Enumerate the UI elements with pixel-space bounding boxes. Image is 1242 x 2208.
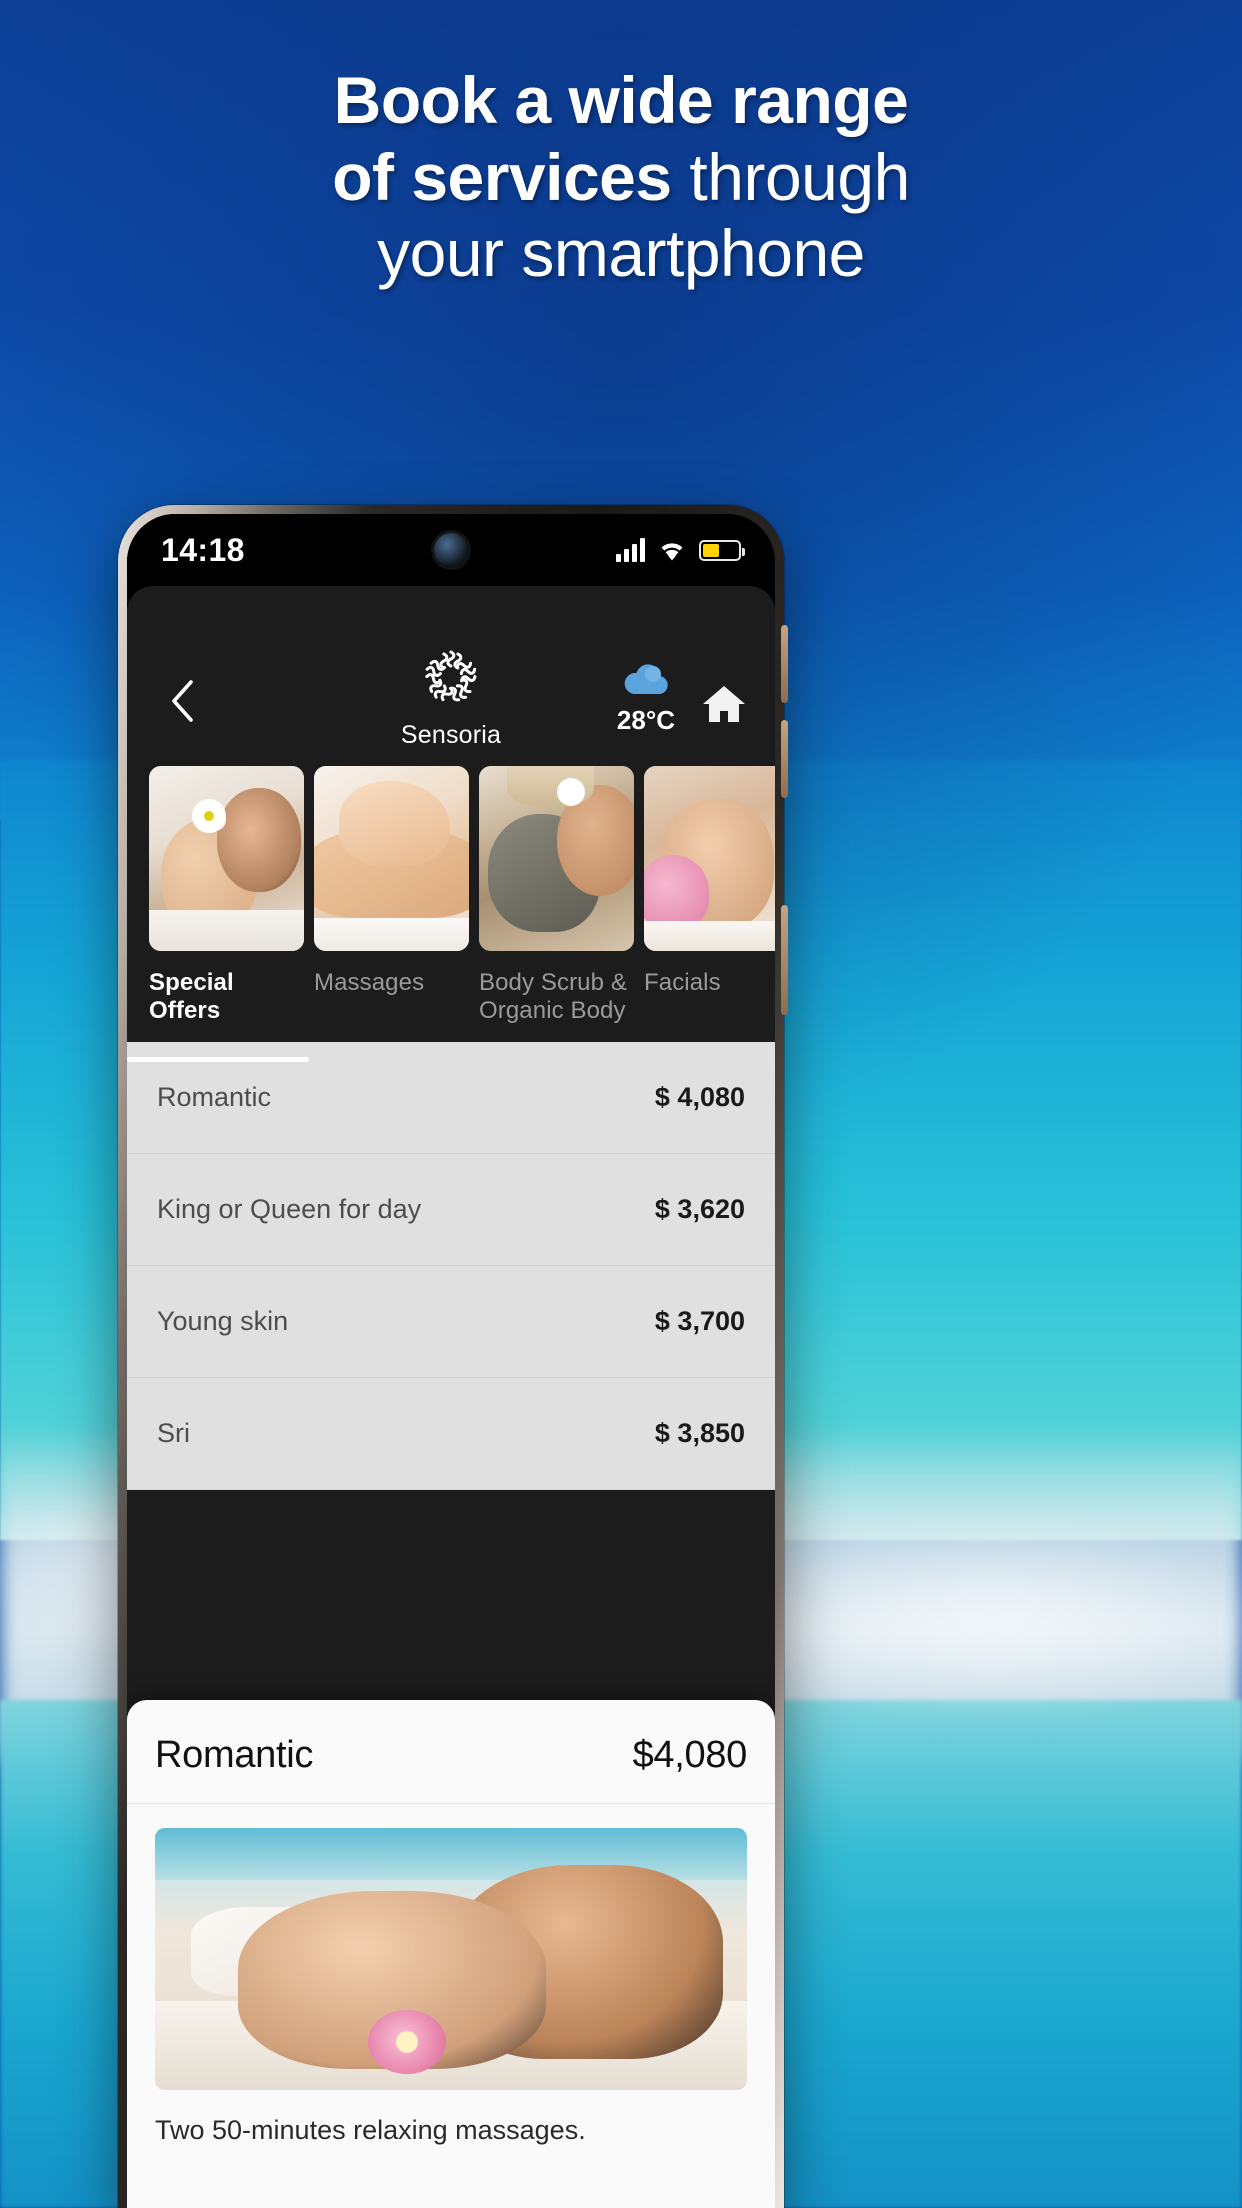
headline-line3: your smartphone [377, 216, 865, 291]
service-price: $ 3,850 [654, 1418, 745, 1448]
category-label: Special Offers [149, 969, 234, 1025]
detail-image [155, 1828, 747, 2090]
spa-app-screen: Sensoria 28°C Special Offers Massages Bo… [127, 586, 775, 2208]
volume-up-button[interactable] [781, 625, 788, 703]
app-header: Sensoria 28°C [127, 586, 775, 762]
service-name: Young skin [157, 1306, 289, 1336]
category-tab-facials[interactable]: Facials [644, 766, 775, 1042]
weather-widget[interactable]: 28°C [617, 663, 675, 736]
category-strip[interactable]: Special Offers Massages Body Scrub & Org… [127, 762, 775, 1062]
service-name: Sri [157, 1418, 190, 1448]
back-button[interactable] [155, 679, 209, 748]
category-thumb-special-offers [149, 766, 304, 951]
spa-steam-swirl-logo-icon [420, 646, 482, 713]
table-row[interactable]: Young skin $ 3,700 [127, 1266, 775, 1378]
brand-name: Sensoria [400, 721, 502, 749]
headline-line2-light: through [671, 139, 910, 214]
service-price-list: Romantic $ 4,080 King or Queen for day $… [127, 1042, 775, 1490]
detail-price: $4,080 [632, 1734, 748, 1776]
service-price: $ 3,620 [654, 1194, 745, 1224]
headline-line1: Book a wide range [333, 63, 909, 137]
table-row[interactable]: Sri $ 3,850 [127, 1378, 775, 1490]
battery-icon [699, 539, 745, 561]
detail-title: Romantic [155, 1734, 314, 1776]
wifi-icon [658, 539, 686, 561]
category-label-line1: Body Scrub & [479, 969, 627, 996]
category-label-line2: Organic Body [479, 997, 626, 1025]
category-tab-body-scrub[interactable]: Body Scrub & Organic Body [479, 766, 634, 1042]
home-button[interactable] [701, 683, 747, 736]
phone-mockup: 14:18 Sensoria 28°C Special Offers Massa… [118, 505, 788, 2208]
detail-description: Two 50-minutes relaxing massages. [155, 2115, 586, 2145]
volume-down-button[interactable] [781, 720, 788, 798]
service-name: King or Queen for day [157, 1194, 422, 1224]
service-detail-sheet: Romantic $4,080 Two 50-minutes relaxing … [127, 1700, 775, 2208]
brand-block: Sensoria [401, 646, 501, 750]
signal-bars-icon [616, 538, 645, 562]
detail-sheet-header: Romantic $4,080 [127, 1700, 775, 1804]
service-price: $ 4,080 [654, 1082, 745, 1112]
promo-headline: Book a wide range of services through yo… [0, 62, 1242, 292]
category-label: Body Scrub & Organic Body [479, 969, 634, 1026]
temperature-label: 28°C [616, 705, 675, 735]
table-row[interactable]: King or Queen for day $ 3,620 [127, 1154, 775, 1266]
header-right-group: 28°C [617, 663, 747, 748]
service-price: $ 3,700 [654, 1306, 745, 1336]
chevron-left-icon [169, 679, 195, 728]
category-thumb-massages [314, 766, 469, 951]
cloud-icon [620, 663, 672, 702]
status-bar: 14:18 [127, 514, 775, 586]
phone-screen: 14:18 Sensoria 28°C Special Offers Massa… [127, 514, 775, 2208]
category-tab-massages[interactable]: Massages [314, 766, 469, 1042]
detail-sheet-body: Two 50-minutes relaxing massages. [127, 1804, 775, 2148]
status-bar-icons [616, 538, 745, 562]
category-label: Massages [314, 969, 425, 996]
power-button[interactable] [781, 905, 788, 1015]
status-bar-clock: 14:18 [161, 531, 245, 568]
front-camera-punch-hole [434, 533, 468, 567]
category-label: Facials [644, 969, 721, 996]
home-icon [701, 686, 747, 729]
category-thumb-body-scrub [479, 766, 634, 951]
category-tab-special-offers[interactable]: Special Offers [127, 766, 309, 1062]
service-name: Romantic [157, 1082, 272, 1112]
category-thumb-facials [644, 766, 775, 951]
headline-line2-bold: of services [332, 139, 672, 214]
